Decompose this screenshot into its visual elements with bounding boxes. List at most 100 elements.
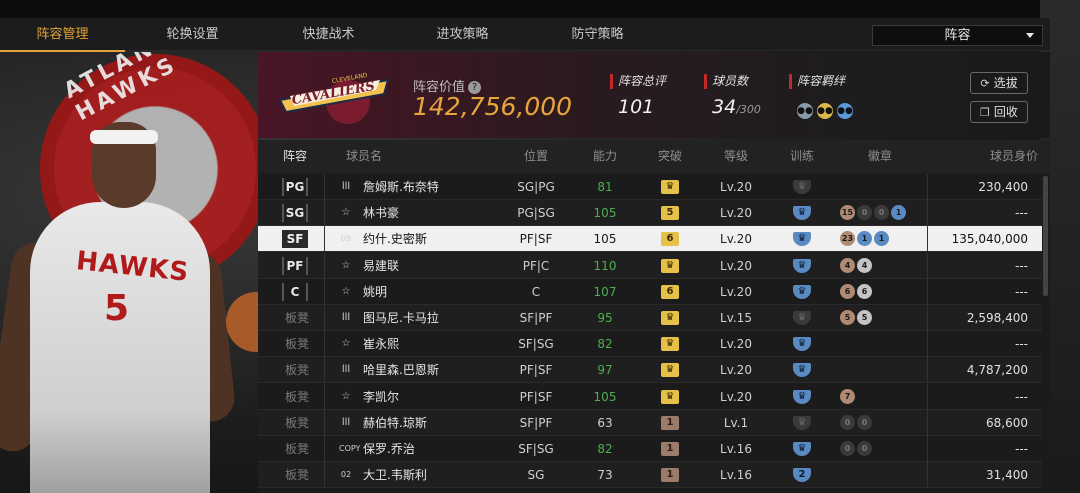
player-level: Lv.20 [720,180,752,194]
bond-icons[interactable]: ●● ●● ●● [797,98,857,119]
tier-icon: lll [341,364,351,376]
badge-medal-icon: 4 [840,257,855,273]
training-icon[interactable]: ♛ [793,284,811,299]
bond-people-icon[interactable]: ●● [797,103,813,119]
badge-medal-icon: 0 [840,414,855,430]
player-level: Lv.16 [720,468,752,483]
table-row[interactable]: PF ☆ 易建联 PF|C 110 ♛ Lv.20 ♛ 4 4 --- [258,252,1042,279]
breakthrough-badge[interactable]: ♛ [661,337,679,352]
breakthrough-badge[interactable]: 5 [661,206,679,221]
breakthrough-badge[interactable]: ♛ [661,258,679,273]
training-icon[interactable]: ♛ [793,363,811,378]
breakthrough-badge[interactable]: 1 [661,468,679,483]
tab-offense-strategy[interactable]: 进攻策略 [400,18,525,51]
player-level: Lv.20 [720,363,752,378]
player-name[interactable]: 易建联 [363,253,399,279]
breakthrough-badge[interactable]: 1 [661,442,679,456]
training-icon[interactable]: ♛ [793,337,811,352]
player-name[interactable]: 约什.史密斯 [363,226,427,252]
col-breakthrough[interactable]: 突破 [636,140,704,173]
table-row[interactable]: 板凳 ☆ 李凯尔 PF|SF 105 ♛ Lv.20 ♛ 7 --- [258,383,1042,410]
training-icon[interactable]: ♛ [793,206,811,221]
player-level: Lv.20 [720,258,752,273]
table-row[interactable]: 板凳 lll 图马尼.卡马拉 SF|PF 95 ♛ Lv.15 ♛ 5 5 2,598,400 [258,305,1042,331]
col-lineup[interactable]: 阵容 [258,140,332,173]
tab-defense-strategy[interactable]: 防守策略 [535,18,660,51]
training-icon[interactable]: ♛ [793,180,811,194]
player-level: Lv.20 [720,389,752,404]
training-icon[interactable]: 2 [793,468,811,483]
player-name[interactable]: 图马尼.卡马拉 [363,305,439,331]
training-icon[interactable]: ♛ [793,258,811,273]
training-icon[interactable]: ♛ [793,415,811,430]
table-header: 阵容 球员名 位置 能力 突破 等级 训练 徽章 球员身价 [258,140,1050,173]
player-ability: 110 [593,258,617,273]
col-badges[interactable]: 徽章 [836,140,924,173]
player-name[interactable]: 崔永熙 [363,331,399,357]
col-player-worth[interactable]: 球员身价 [924,140,1038,173]
table-scrollbar[interactable] [1043,176,1048,296]
table-row[interactable]: 板凳 02 大卫.韦斯利 SG 73 1 Lv.16 2 31,400 [258,462,1042,489]
player-count: 34/300 [712,96,761,118]
table-row[interactable]: PG lll 詹姆斯.布奈特 SG|PG 81 ♛ Lv.20 ♛ 230,400 [258,174,1042,200]
player-jersey [30,202,210,493]
player-ability: 105 [593,232,617,247]
lineup-dropdown[interactable]: 阵容 [872,25,1043,46]
breakthrough-badge[interactable]: 6 [661,232,679,247]
tab-quick-tactics[interactable]: 快捷战术 [266,18,391,51]
player-ability: 107 [593,284,617,299]
player-position: SG [527,468,545,483]
player-ability: 63 [597,415,613,430]
player-name[interactable]: 赫伯特.琼斯 [363,410,427,436]
table-row[interactable]: 板凳 COPY 保罗.乔治 SF|SG 82 1 Lv.16 ♛ 0 0 --- [258,436,1042,462]
training-icon[interactable]: ♛ [793,232,811,247]
position-slot-tag[interactable]: PG [282,178,308,196]
col-player-name[interactable]: 球员名 [332,140,396,173]
col-position[interactable]: 位置 [498,140,574,173]
recruit-button[interactable]: ⟳ 选拔 [970,72,1028,94]
training-icon[interactable]: ♛ [793,442,811,456]
star-tier-icon: ☆ [341,390,351,402]
bond-people-blue-icon[interactable]: ●● [837,103,853,119]
table-row[interactable]: 板凳 ☆ 崔永熙 SF|SG 82 ♛ Lv.20 ♛ --- [258,331,1042,358]
col-ability[interactable]: 能力 [574,140,636,173]
table-row[interactable]: SF 09 约什.史密斯 PF|SF 105 6 Lv.20 ♛ 23 1 1 135,040,000 [258,226,1042,253]
player-name[interactable]: 詹姆斯.布奈特 [363,174,439,200]
training-icon[interactable]: ♛ [793,311,811,325]
position-slot-tag[interactable]: PF [282,256,308,275]
bond-people-gold-icon[interactable]: ●● [817,103,833,119]
badge-medal-icon: 6 [857,283,872,299]
divider [324,462,325,489]
player-name[interactable]: 李凯尔 [363,384,399,410]
badge-medal-icon: 5 [857,310,872,325]
player-ability: 97 [597,363,613,378]
recycle-button[interactable]: ❐ 回收 [970,101,1028,123]
position-slot-tag[interactable]: SG [282,204,308,223]
breakthrough-badge[interactable]: ♛ [661,363,679,378]
breakthrough-badge[interactable]: ♛ [661,311,679,325]
tab-lineup-management[interactable]: 阵容管理 [0,18,125,52]
player-name[interactable]: 保罗.乔治 [363,436,415,462]
position-slot-tag[interactable]: C [282,282,308,301]
breakthrough-badge[interactable]: ♛ [661,389,679,404]
player-level: Lv.1 [723,415,749,430]
player-name[interactable]: 林书豪 [363,200,399,226]
player-name[interactable]: 哈里森.巴恩斯 [363,357,439,383]
col-level[interactable]: 等级 [704,140,768,173]
table-row[interactable]: C ☆ 姚明 C 107 6 Lv.20 ♛ 6 6 --- [258,278,1042,305]
player-name[interactable]: 姚明 [363,279,387,305]
col-training[interactable]: 训练 [768,140,836,173]
player-name[interactable]: 大卫.韦斯利 [363,462,427,488]
table-row[interactable]: 板凳 lll 赫伯特.琼斯 SF|PF 63 1 Lv.1 ♛ 0 0 68,600 [258,409,1042,436]
breakthrough-badge[interactable]: 1 [661,415,679,430]
player-position: SF|PF [519,311,553,325]
table-row[interactable]: 板凳 lll 哈里森.巴恩斯 PF|SF 97 ♛ Lv.20 ♛ 4,787,200 [258,357,1042,384]
training-icon[interactable]: ♛ [793,389,811,404]
tab-rotation-settings[interactable]: 轮换设置 [130,18,255,51]
position-slot-tag[interactable]: SF [282,230,308,249]
breakthrough-badge[interactable]: 6 [661,284,679,299]
badge-medal-icon: 7 [840,388,855,404]
breakthrough-badge[interactable]: ♛ [661,180,679,194]
table-row[interactable]: SG ☆ 林书豪 PG|SG 105 5 Lv.20 ♛ 15 0 0 1 --- [258,200,1042,227]
bench-slot-label: 板凳 [284,337,309,352]
